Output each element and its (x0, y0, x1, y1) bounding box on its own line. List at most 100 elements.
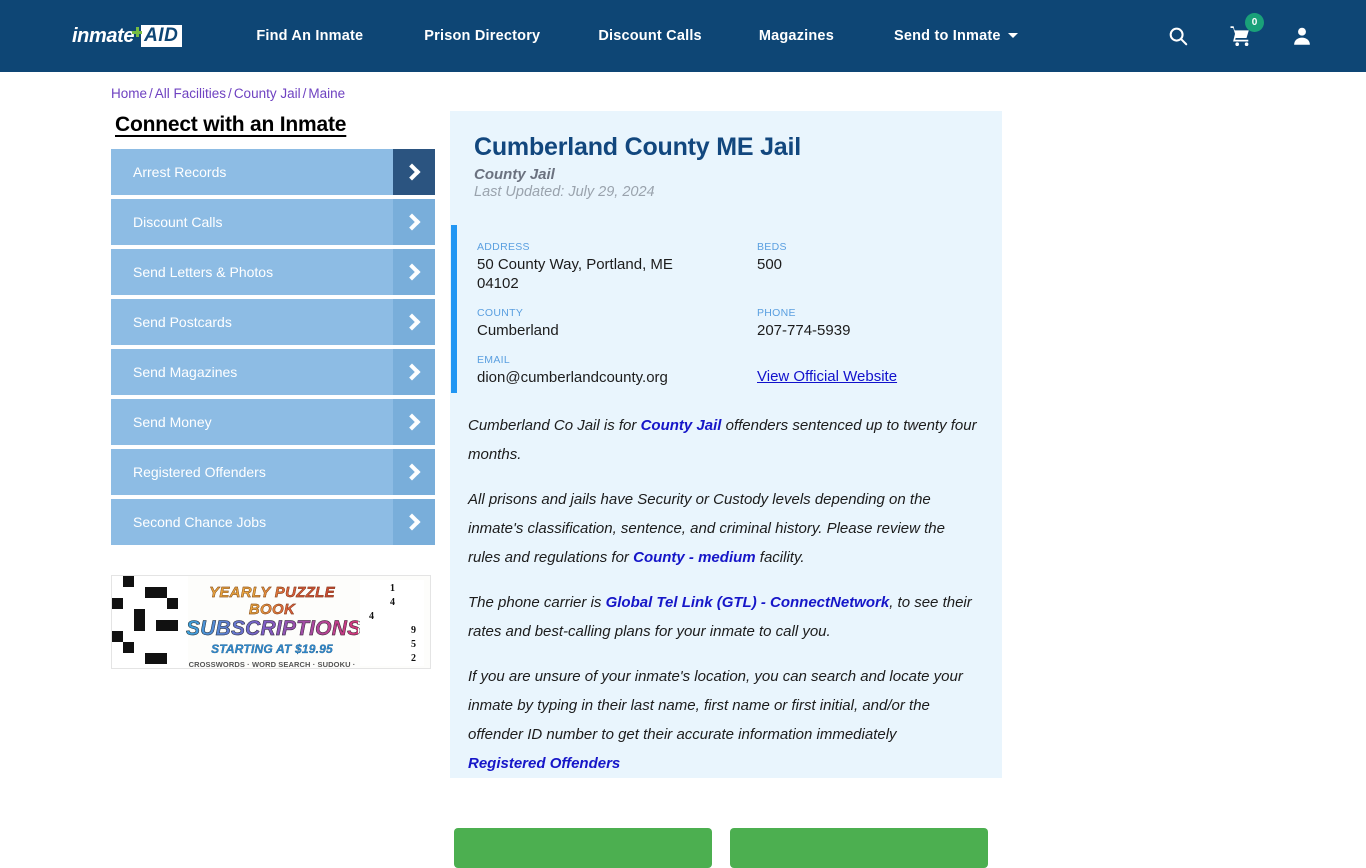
page-body: Home / All Facilities / County Jail / Maine Co… (0, 72, 1366, 868)
facility-type: County Jail (474, 166, 555, 183)
sudoku-digit: 4 (390, 597, 395, 608)
puzzle-book-ad-banner[interactable]: YEARLY PUZZLE BOOK SUBSCRIPTIONS STARTIN… (111, 575, 431, 669)
beds-value: 500 (757, 256, 783, 273)
sidebar-item-label: Second Chance Jobs (133, 514, 267, 530)
sidebar-item-arrest-records[interactable]: Arrest Records (111, 149, 435, 195)
sidebar-item-second-chance-jobs[interactable]: Second Chance Jobs (111, 499, 435, 545)
facility-detail-card: Cumberland County ME Jail County Jail La… (450, 111, 1002, 868)
sidebar: Connect with an Inmate Arrest Records Di… (111, 113, 435, 549)
sudoku-digit: 9 (411, 625, 416, 636)
header-inner: inmate AID Find An Inmate Prison Directo… (0, 0, 1366, 72)
p1-text-a: Cumberland Co Jail is for (468, 417, 641, 434)
link-gtl-connectnetwork[interactable]: Global Tel Link (GTL) - ConnectNetwork (606, 594, 890, 611)
breadcrumb-item-home[interactable]: Home (111, 86, 147, 101)
county-label: COUNTY (477, 307, 524, 319)
sidebar-item-label: Send Letters & Photos (133, 264, 274, 280)
sidebar-item-label: Registered Offenders (133, 464, 266, 480)
paragraph-3: The phone carrier is Global Tel Link (GT… (468, 588, 978, 646)
site-logo[interactable]: inmate AID (72, 21, 183, 51)
nav-send-to-inmate[interactable]: Send to Inmate (894, 28, 1018, 44)
chevron-right-icon (393, 249, 435, 295)
sudoku-digit: 2 (411, 653, 416, 664)
nav-send-to-inmate-label: Send to Inmate (893, 28, 1001, 44)
user-account-icon[interactable] (1290, 24, 1314, 48)
logo-word: inmate (72, 24, 135, 47)
nav-magazines[interactable]: Magazines (759, 28, 834, 44)
sudoku-digit: 4 (369, 611, 374, 622)
logo-aid-box: AID (141, 25, 183, 47)
nav-discount-calls[interactable]: Discount Calls (598, 28, 702, 44)
primary-action-button-1[interactable] (454, 828, 712, 868)
header-icon-group: 0 (1165, 13, 1314, 50)
ad-line-1: YEARLY PUZZLE BOOK (186, 584, 358, 618)
sidebar-item-send-postcards[interactable]: Send Postcards (111, 299, 435, 345)
view-official-website-link[interactable]: View Official Website (757, 368, 897, 385)
sidebar-item-send-magazines[interactable]: Send Magazines (111, 349, 435, 395)
facility-info-grid: ADDRESS 50 County Way, Portland, ME 0410… (477, 241, 978, 387)
link-county-jail[interactable]: County Jail (641, 417, 722, 434)
phone-value: 207-774-5939 (757, 322, 851, 339)
sudoku-graphic: 1 4 4 9 5 2 (360, 580, 424, 666)
address-value: 50 County Way, Portland, ME 04102 (477, 256, 673, 292)
facility-info-block: ADDRESS 50 County Way, Portland, ME 0410… (450, 225, 1002, 403)
chevron-right-icon (393, 349, 435, 395)
search-icon[interactable] (1165, 23, 1191, 49)
cart-icon[interactable]: 0 (1227, 13, 1264, 50)
address-label: ADDRESS (477, 241, 530, 253)
chevron-right-icon (393, 299, 435, 345)
p2-text-b: facility. (755, 549, 805, 566)
cart-count-badge: 0 (1245, 13, 1264, 32)
email-value: dion@cumberlandcounty.org (477, 369, 668, 386)
sidebar-item-label: Send Postcards (133, 314, 232, 330)
info-accent-bar (451, 225, 457, 393)
p4-text-a: If you are unsure of your inmate's locat… (468, 668, 963, 743)
ad-line-4: CROSSWORDS · WORD SEARCH · SUDOKU · BRAI… (188, 660, 356, 669)
page-title: Cumberland County ME Jail (474, 133, 801, 161)
sidebar-item-label: Discount Calls (133, 214, 223, 230)
sidebar-item-label: Send Money (133, 414, 212, 430)
ad-copy: YEARLY PUZZLE BOOK SUBSCRIPTIONS STARTIN… (186, 584, 362, 669)
sidebar-item-registered-offenders[interactable]: Registered Offenders (111, 449, 435, 495)
sudoku-digit: 5 (411, 639, 416, 650)
breadcrumb-item-all-facilities[interactable]: All Facilities (155, 86, 226, 101)
breadcrumb-separator: / (302, 86, 307, 101)
ad-line-2: SUBSCRIPTIONS (186, 617, 362, 640)
phone-label: PHONE (757, 307, 796, 319)
primary-action-button-2[interactable] (730, 828, 988, 868)
paragraph-2: All prisons and jails have Security or C… (468, 485, 978, 572)
paragraph-1: Cumberland Co Jail is for County Jail of… (468, 411, 978, 469)
facility-action-buttons (450, 828, 1002, 868)
breadcrumb: Home / All Facilities / County Jail / Maine (111, 86, 345, 101)
ad-line-3: STARTING AT $19.95 (211, 642, 333, 656)
sidebar-item-send-money[interactable]: Send Money (111, 399, 435, 445)
sidebar-item-send-letters-photos[interactable]: Send Letters & Photos (111, 249, 435, 295)
info-field-county: COUNTY Cumberland (477, 307, 757, 340)
sidebar-item-label: Send Magazines (133, 364, 238, 380)
site-header: inmate AID Find An Inmate Prison Directo… (0, 0, 1366, 72)
link-county-medium[interactable]: County - medium (633, 549, 756, 566)
breadcrumb-separator: / (228, 86, 232, 101)
chevron-right-icon (393, 149, 435, 195)
facility-card-header: Cumberland County ME Jail County Jail La… (450, 111, 1002, 200)
breadcrumb-separator: / (149, 86, 153, 101)
chevron-right-icon (393, 449, 435, 495)
beds-label: BEDS (757, 241, 787, 253)
info-field-beds: BEDS 500 (757, 241, 978, 293)
nav-prison-directory[interactable]: Prison Directory (424, 28, 540, 44)
sidebar-item-label: Arrest Records (133, 164, 227, 180)
breadcrumb-item-county-jail[interactable]: County Jail (234, 86, 301, 101)
nav-find-an-inmate[interactable]: Find An Inmate (256, 28, 363, 44)
chevron-right-icon (393, 399, 435, 445)
p3-text-a: The phone carrier is (468, 594, 606, 611)
email-label: EMAIL (477, 354, 511, 366)
chevron-down-icon (1007, 33, 1018, 38)
info-field-phone: PHONE 207-774-5939 (757, 307, 978, 340)
facility-description: Cumberland Co Jail is for County Jail of… (450, 403, 1002, 778)
green-cross-icon (132, 27, 143, 37)
link-registered-offenders[interactable]: Registered Offenders (468, 755, 620, 772)
breadcrumb-item-maine[interactable]: Maine (308, 86, 345, 101)
website-label-spacer (757, 354, 978, 366)
info-field-website: View Official Website (757, 354, 978, 387)
sidebar-item-discount-calls[interactable]: Discount Calls (111, 199, 435, 245)
info-field-email: EMAIL dion@cumberlandcounty.org (477, 354, 757, 387)
